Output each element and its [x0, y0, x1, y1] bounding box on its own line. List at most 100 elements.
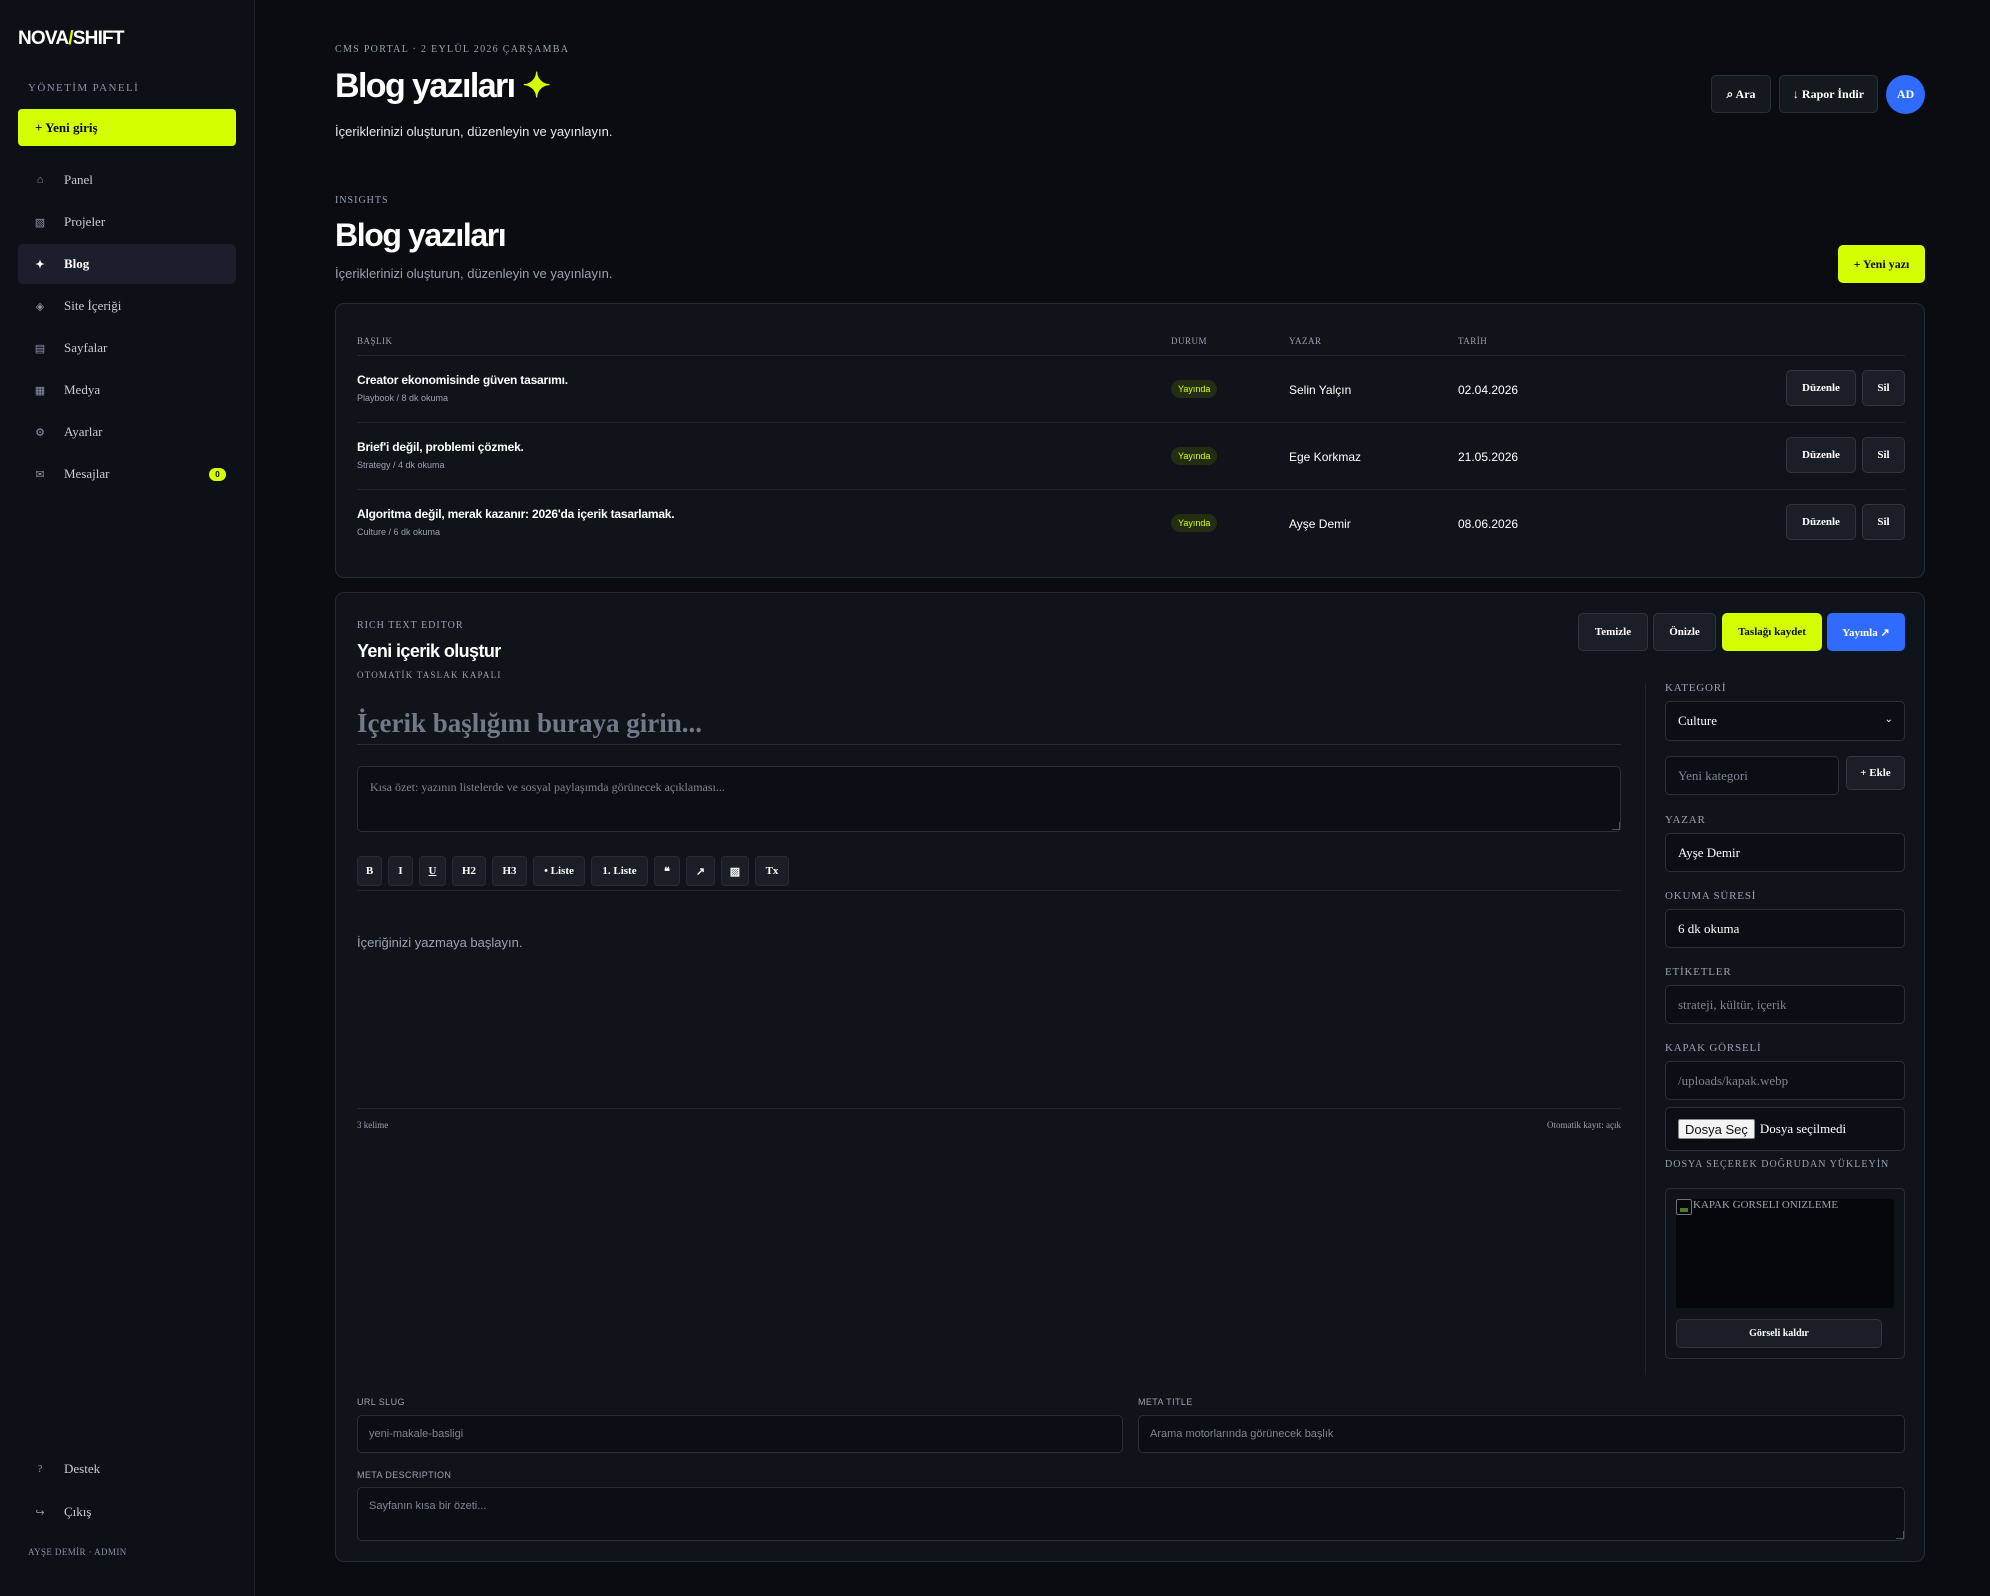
cover-file-input: Dosya Seç Dosya seçilmedi: [1665, 1107, 1905, 1151]
choose-file-button[interactable]: Dosya Seç: [1678, 1119, 1755, 1139]
avatar[interactable]: AD: [1886, 75, 1925, 114]
underline-button[interactable]: U: [419, 856, 446, 886]
resize-grip-icon[interactable]: [1612, 822, 1620, 830]
column-header-title: BAŞLIK: [357, 336, 393, 346]
post-title[interactable]: Creator ekonomisinde güven tasarımı.: [357, 373, 568, 387]
sidebar-item-label: Medya: [64, 382, 101, 397]
sparkle-icon: ✦: [35, 258, 45, 271]
preview-button[interactable]: Önizle: [1653, 613, 1716, 651]
sidebar-bottom-nav: ? Destek ↪ Çıkış: [18, 1449, 236, 1535]
post-date: 08.06.2026: [1458, 517, 1519, 531]
section-title: Blog yazıları: [335, 217, 507, 253]
post-title[interactable]: Brief'i değil, problemi çözmek.: [357, 440, 524, 454]
sidebar-item-blog[interactable]: ✦ Blog: [18, 244, 236, 284]
meta-title-input[interactable]: [1138, 1415, 1905, 1453]
edit-button[interactable]: Düzenle: [1786, 370, 1856, 406]
sparkle-icon: ✦: [522, 67, 550, 105]
sidebar-item-ayarlar[interactable]: ⚙ Ayarlar: [18, 412, 236, 452]
heading3-button[interactable]: H3: [492, 856, 527, 886]
section-label: INSIGHTS: [335, 195, 389, 206]
page-title-text: Blog yazıları: [335, 67, 516, 105]
bold-button[interactable]: B: [357, 856, 382, 886]
edit-button[interactable]: Düzenle: [1786, 437, 1856, 473]
sidebar-item-destek[interactable]: ? Destek: [18, 1449, 236, 1489]
delete-button[interactable]: Sil: [1862, 437, 1905, 473]
column-header-date: TARİH: [1458, 336, 1488, 346]
heading2-button[interactable]: H2: [452, 856, 486, 886]
sidebar-item-projeler[interactable]: ▧ Projeler: [18, 202, 236, 242]
url-slug-input[interactable]: [357, 1415, 1123, 1453]
resize-grip-icon[interactable]: [1896, 1531, 1904, 1539]
logo-right: SHIFT: [72, 28, 125, 49]
page-subtitle: İçeriklerinizi oluşturun, düzenleyin ve …: [335, 124, 613, 139]
post-meta: Culture / 6 dk okuma: [357, 527, 441, 537]
post-title[interactable]: Algoritma değil, merak kazanır: 2026'da …: [357, 507, 675, 521]
sidebar-item-label: Blog: [64, 256, 90, 271]
sidebar-item-cikis[interactable]: ↪ Çıkış: [18, 1492, 236, 1532]
preview-alt-label: KAPAK GORSELI ONIZLEME: [1693, 1199, 1839, 1211]
home-icon: ⌂: [36, 174, 44, 186]
sidebar-item-site-icerigi[interactable]: ◈ Site İçeriği: [18, 286, 236, 326]
sidebar-item-label: Sayfalar: [64, 340, 108, 355]
post-title-input[interactable]: [357, 703, 1621, 745]
bullet-list-button[interactable]: • Liste: [533, 856, 585, 886]
clear-button[interactable]: Temizle: [1578, 613, 1648, 651]
cover-preview-image: KAPAK GORSELI ONIZLEME: [1676, 1199, 1894, 1308]
mail-icon: ✉: [35, 468, 45, 481]
editor-footer: 3 kelime Otomatik kayıt: açık: [357, 1108, 1621, 1138]
edit-button[interactable]: Düzenle: [1786, 504, 1856, 540]
new-category-input[interactable]: [1665, 756, 1839, 795]
tags-input[interactable]: [1665, 985, 1905, 1024]
brand-logo[interactable]: NOVA/SHIFT: [18, 28, 124, 50]
logout-icon: ↪: [35, 1506, 45, 1519]
status-badge: Yayında: [1171, 447, 1218, 465]
format-toolbar: B I U H2 H3 • Liste 1. Liste ❝ ↗ ▨ Tx: [357, 856, 1621, 891]
posts-table: BAŞLIK DURUM YAZAR TARİH Creator ekonomi…: [335, 303, 1925, 578]
table-row: Brief'i değil, problemi çözmek. Strategy…: [357, 422, 1905, 489]
publish-button[interactable]: Yayınla ↗: [1827, 613, 1905, 651]
author-input[interactable]: [1665, 833, 1905, 872]
gear-icon: ⚙: [35, 426, 45, 439]
sidebar-item-label: Çıkış: [64, 1504, 92, 1519]
content-editor[interactable]: İçeriğinizi yazmaya başlayın.: [357, 935, 522, 950]
sidebar-item-label: Projeler: [64, 214, 106, 229]
tags-label: ETİKETLER: [1665, 966, 1732, 978]
clear-format-button[interactable]: Tx: [755, 856, 789, 886]
delete-button[interactable]: Sil: [1862, 504, 1905, 540]
link-icon[interactable]: ↗: [686, 856, 715, 886]
file-status: Dosya seçilmedi: [1759, 1121, 1847, 1136]
sidebar-item-medya[interactable]: ▦ Medya: [18, 370, 236, 410]
search-button[interactable]: ⌕ Ara: [1711, 75, 1771, 113]
new-post-button[interactable]: + Yeni yazı: [1838, 245, 1925, 283]
reading-time-input[interactable]: [1665, 909, 1905, 948]
new-entry-button[interactable]: + Yeni giriş: [18, 109, 236, 146]
sidebar-item-mesajlar[interactable]: ✉ Mesajlar 0: [18, 454, 236, 494]
sidebar: NOVA/SHIFT YÖNETİM PANELİ + Yeni giriş ⌂…: [0, 0, 255, 1596]
category-label: KATEGORİ: [1665, 682, 1727, 694]
sidebar-item-panel[interactable]: ⌂ Panel: [18, 160, 236, 200]
breadcrumb: CMS PORTAL · 2 EYLÜL 2026 ÇARŞAMBA: [335, 44, 570, 55]
download-report-button[interactable]: ↓ Rapor İndir: [1779, 75, 1878, 113]
autosave-status: Otomatik kayıt: açık: [1547, 1120, 1621, 1130]
numbered-list-button[interactable]: 1. Liste: [591, 856, 648, 886]
cover-image-url-input[interactable]: [1665, 1061, 1905, 1100]
category-select[interactable]: Culture ⌄: [1665, 701, 1905, 741]
sidebar-item-label: Destek: [64, 1461, 101, 1476]
image-icon[interactable]: ▨: [721, 856, 749, 886]
delete-button[interactable]: Sil: [1862, 370, 1905, 406]
column-header-status: DURUM: [1171, 336, 1208, 346]
sidebar-item-label: Panel: [64, 172, 93, 187]
italic-button[interactable]: I: [388, 856, 413, 886]
editor-label: RICH TEXT EDITOR: [357, 620, 464, 631]
table-row: Creator ekonomisinde güven tasarımı. Pla…: [357, 355, 1905, 422]
summary-textarea[interactable]: [357, 766, 1621, 832]
save-draft-button[interactable]: Taslağı kaydet: [1722, 613, 1822, 651]
sidebar-item-sayfalar[interactable]: ▤ Sayfalar: [18, 328, 236, 368]
add-category-button[interactable]: + Ekle: [1846, 756, 1905, 790]
section-subtitle: İçeriklerinizi oluşturun, düzenleyin ve …: [335, 266, 613, 281]
word-count: 3 kelime: [357, 1120, 389, 1130]
quote-icon[interactable]: ❝: [654, 856, 680, 886]
meta-description-textarea[interactable]: [357, 1487, 1905, 1541]
remove-image-button[interactable]: Görseli kaldır: [1676, 1319, 1882, 1348]
reading-time-label: OKUMA SÜRESİ: [1665, 890, 1757, 902]
